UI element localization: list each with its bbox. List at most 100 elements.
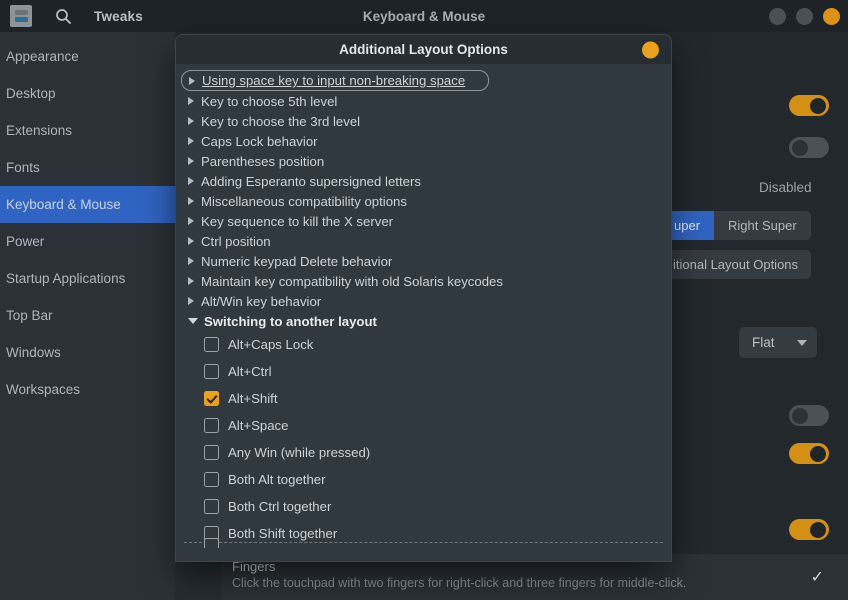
maximize-button[interactable] (796, 8, 813, 25)
checkbox[interactable] (204, 391, 219, 406)
search-icon[interactable] (46, 3, 80, 29)
tree-item-switching-to-another-layout[interactable]: Switching to another layout (176, 311, 671, 331)
setting-toggle-5[interactable] (789, 519, 829, 540)
checkbox[interactable] (204, 445, 219, 460)
sidebar-item-label: Workspaces (6, 382, 80, 397)
checkbox[interactable] (204, 364, 219, 379)
sidebar-item-label: Extensions (6, 123, 72, 138)
chevron-right-icon[interactable] (188, 157, 194, 165)
sidebar-item-windows[interactable]: Windows (0, 334, 175, 371)
chevron-right-icon[interactable] (188, 137, 194, 145)
toggle-knob (792, 140, 808, 156)
checkbox-label: Both Shift together (228, 526, 337, 541)
segment-right-super[interactable]: Right Super (714, 211, 811, 240)
sidebar-item-power[interactable]: Power (0, 223, 175, 260)
close-dot-icon[interactable] (642, 41, 659, 58)
tree-item-solaris-keycodes[interactable]: Maintain key compatibility with old Sola… (176, 271, 671, 291)
checkbox-label: Both Alt together (228, 472, 326, 487)
checkbox-row-alt-shift[interactable]: Alt+Shift (176, 385, 671, 412)
dialog-title: Additional Layout Options (339, 42, 508, 57)
checkbox-row-alt-caps-lock[interactable]: Alt+Caps Lock (176, 331, 671, 358)
mouse-acceleration-combo[interactable]: Flat (739, 327, 817, 358)
sidebar-item-label: Top Bar (6, 308, 53, 323)
toggle-knob (810, 98, 826, 114)
checkbox-row-both-alt[interactable]: Both Alt together (176, 466, 671, 493)
tree-item-numeric-keypad-delete[interactable]: Numeric keypad Delete behavior (176, 251, 671, 271)
minimize-button[interactable] (769, 8, 786, 25)
tree-item-esperanto-letters[interactable]: Adding Esperanto supersigned letters (176, 171, 671, 191)
disabled-label: Disabled (759, 180, 812, 195)
checkbox-row-alt-space[interactable]: Alt+Space (176, 412, 671, 439)
checkbox-row-any-win[interactable]: Any Win (while pressed) (176, 439, 671, 466)
toggle-knob (810, 446, 826, 462)
app-name-label: Tweaks (94, 9, 143, 24)
toggle-knob (792, 408, 808, 424)
dialog-separator (184, 542, 663, 543)
check-icon: ✓ (811, 567, 824, 587)
chevron-right-icon[interactable] (188, 197, 194, 205)
tree-item-misc-compatibility[interactable]: Miscellaneous compatibility options (176, 191, 671, 211)
chevron-right-icon[interactable] (189, 77, 195, 85)
fingers-title: Fingers (232, 559, 275, 574)
chevron-right-icon[interactable] (188, 217, 194, 225)
additional-layout-options-dialog: Additional Layout Options Using space ke… (176, 35, 671, 561)
tree-item-caps-lock-behavior[interactable]: Caps Lock behavior (176, 131, 671, 151)
super-key-segmented-control[interactable]: uper Right Super (660, 211, 811, 240)
tree-item-label: Maintain key compatibility with old Sola… (201, 274, 503, 289)
setting-toggle-2[interactable] (789, 137, 829, 158)
checkbox-row-both-ctrl[interactable]: Both Ctrl together (176, 493, 671, 520)
checkbox[interactable] (204, 472, 219, 487)
additional-layout-options-button[interactable]: itional Layout Options (660, 250, 811, 279)
tree-item-label: Parentheses position (201, 154, 324, 169)
tree-item-label: Ctrl position (201, 234, 271, 249)
close-button[interactable] (823, 8, 840, 25)
tree-item-label: Adding Esperanto supersigned letters (201, 174, 421, 189)
sidebar-item-workspaces[interactable]: Workspaces (0, 371, 175, 408)
chevron-right-icon[interactable] (188, 277, 194, 285)
checkbox[interactable] (204, 337, 219, 352)
dialog-header: Additional Layout Options (176, 35, 671, 64)
checkbox-label: Any Win (while pressed) (228, 445, 370, 460)
checkbox-label: Alt+Ctrl (228, 364, 272, 379)
tree-item-label: Numeric keypad Delete behavior (201, 254, 392, 269)
tree-item-ctrl-position[interactable]: Ctrl position (176, 231, 671, 251)
checkbox-row-alt-ctrl[interactable]: Alt+Ctrl (176, 358, 671, 385)
toggle-knob (810, 522, 826, 538)
chevron-right-icon[interactable] (188, 117, 194, 125)
checkbox-label: Alt+Space (228, 418, 288, 433)
tree-item-alt-win-key-behavior[interactable]: Alt/Win key behavior (176, 291, 671, 311)
setting-toggle-1[interactable] (789, 95, 829, 116)
tree-item-label: Caps Lock behavior (201, 134, 318, 149)
tree-item-using-space-key[interactable]: Using space key to input non-breaking sp… (181, 70, 489, 91)
tree-item-key-5th-level[interactable]: Key to choose 5th level (176, 91, 671, 111)
setting-toggle-3[interactable] (789, 405, 829, 426)
sidebar-item-startup-applications[interactable]: Startup Applications (0, 260, 175, 297)
checkbox[interactable] (204, 418, 219, 433)
chevron-down-icon[interactable] (188, 318, 198, 324)
sidebar-item-fonts[interactable]: Fonts (0, 149, 175, 186)
checkbox-label: Alt+Caps Lock (228, 337, 313, 352)
checkbox[interactable] (204, 499, 219, 514)
chevron-right-icon[interactable] (188, 177, 194, 185)
chevron-right-icon[interactable] (188, 297, 194, 305)
setting-toggle-4[interactable] (789, 443, 829, 464)
tree-item-kill-x-server[interactable]: Key sequence to kill the X server (176, 211, 671, 231)
checkbox-label: Both Ctrl together (228, 499, 331, 514)
sidebar-item-appearance[interactable]: Appearance (0, 38, 175, 75)
window-controls (769, 0, 840, 32)
chevron-right-icon[interactable] (188, 97, 194, 105)
sidebar-item-label: Fonts (6, 160, 40, 175)
checkbox-partially-visible[interactable] (204, 538, 219, 548)
sidebar-item-desktop[interactable]: Desktop (0, 75, 175, 112)
titlebar: Tweaks Keyboard & Mouse (0, 0, 848, 32)
sidebar-item-keyboard-and-mouse[interactable]: Keyboard & Mouse (0, 186, 175, 223)
tree-item-parentheses-position[interactable]: Parentheses position (176, 151, 671, 171)
chevron-right-icon[interactable] (188, 257, 194, 265)
tree-item-key-3rd-level[interactable]: Key to choose the 3rd level (176, 111, 671, 131)
chevron-down-icon (797, 340, 807, 346)
tree-item-label: Using space key to input non-breaking sp… (202, 73, 465, 88)
chevron-right-icon[interactable] (188, 237, 194, 245)
sidebar-item-top-bar[interactable]: Top Bar (0, 297, 175, 334)
sidebar-item-extensions[interactable]: Extensions (0, 112, 175, 149)
tree-item-label: Miscellaneous compatibility options (201, 194, 407, 209)
